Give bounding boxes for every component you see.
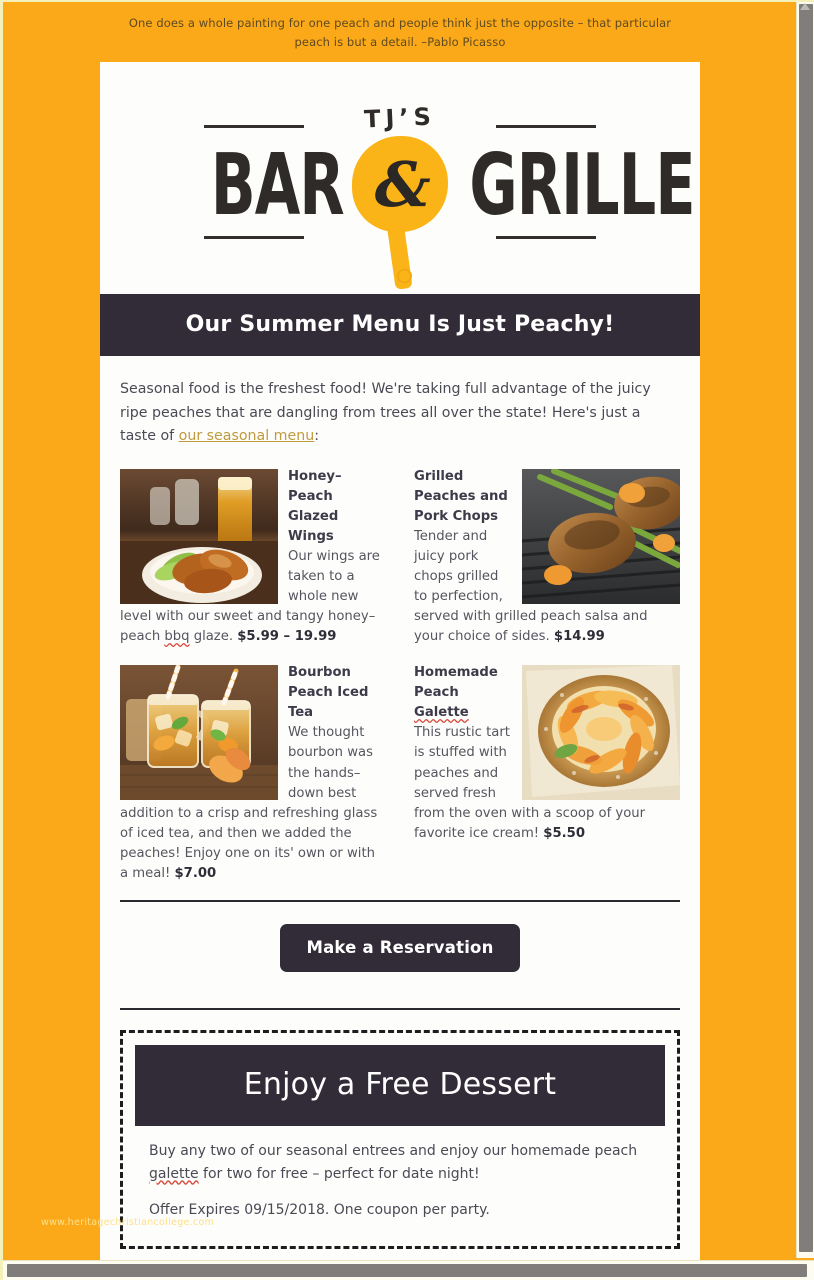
dish-title-misspelled: Galette <box>414 705 469 721</box>
logo-block: TJ’S BAR & GRILLE <box>100 62 700 294</box>
cta-section: Make a Reservation <box>120 902 680 996</box>
dish-price: $14.99 <box>553 629 605 645</box>
coupon-body: Buy any two of our seasonal entrees and … <box>135 1126 665 1185</box>
logo-rule-bottom-right <box>496 235 596 239</box>
coupon-banner: Enjoy a Free Dessert <box>135 1044 665 1126</box>
horizontal-scrollbar-thumb[interactable] <box>7 1264 807 1277</box>
email-card: TJ’S BAR & GRILLE Our Summer Menu Is Just … <box>100 61 700 1260</box>
headline-banner: Our Summer Menu Is Just Peachy! <box>100 293 700 356</box>
vertical-scrollbar[interactable] <box>796 2 814 1258</box>
coupon-body-text-after: for two for free – perfect for date nigh… <box>198 1165 480 1182</box>
logo-main-text: BAR & GRILLE <box>200 135 695 235</box>
logo-word-bar: BAR <box>210 134 345 235</box>
logo-rule-bottom-left <box>204 235 304 239</box>
peach-galette-photo <box>522 665 680 801</box>
logo: TJ’S BAR & GRILLE <box>200 96 695 290</box>
menu-item-homemade-peach-galette: Homemade Peach Galette This rustic tart … <box>400 663 680 844</box>
dish-price: $5.50 <box>543 825 585 841</box>
menu-item-grilled-peaches-and-pork-chops: Grilled Peaches and Pork Chops Tender an… <box>400 467 680 648</box>
chicken-wings-photo <box>120 468 278 604</box>
menu-item-bourbon-peach-iced-tea: Bourbon Peach Iced Tea We thought bourbo… <box>120 663 400 884</box>
dish-title-text: Homemade Peach <box>414 665 498 701</box>
scroll-up-arrow-icon[interactable] <box>800 3 810 10</box>
vertical-scrollbar-thumb[interactable] <box>799 4 813 1252</box>
iced-tea-mason-jars-photo <box>120 665 278 801</box>
dish-price: $7.00 <box>174 865 217 881</box>
logo-ampersand: & <box>374 147 431 221</box>
menu-item-honey-peach-glazed-wings: Honey–Peach Glazed Wings Our wings are t… <box>120 467 400 648</box>
menu-row: Bourbon Peach Iced Tea We thought bourbo… <box>120 651 680 888</box>
dish-price: $5.99 – 19.99 <box>237 629 337 645</box>
intro-paragraph: Seasonal food is the freshest food! We'r… <box>120 378 680 455</box>
browser-viewport: One does a whole painting for one peach … <box>0 0 814 1280</box>
preheader-quote: One does a whole painting for one peach … <box>128 16 672 49</box>
watermark: www.heritagechristiancollege.com <box>41 1217 215 1228</box>
coupon-body-misspelled: galette <box>149 1165 199 1182</box>
logo-word-grille: GRILLE <box>469 134 695 235</box>
seasonal-menu-link[interactable]: our seasonal menu <box>179 428 315 444</box>
email-page: One does a whole painting for one peach … <box>3 2 797 1260</box>
horizontal-scrollbar[interactable] <box>3 1260 814 1280</box>
dish-desc-text-after: glaze. <box>189 629 238 645</box>
grilled-pork-chops-photo <box>522 468 680 604</box>
make-a-reservation-button[interactable]: Make a Reservation <box>280 923 520 972</box>
dish-desc-misspelled: bbq <box>164 629 190 645</box>
email-body: Seasonal food is the freshest food! We'r… <box>100 356 700 1260</box>
coupon-body-text: Buy any two of our seasonal entrees and … <box>149 1142 638 1159</box>
intro-text-part2: : <box>314 428 319 445</box>
menu-row: Honey–Peach Glazed Wings Our wings are t… <box>120 455 680 652</box>
coupon-expiry: Offer Expires 09/15/2018. One coupon per… <box>149 1202 490 1219</box>
